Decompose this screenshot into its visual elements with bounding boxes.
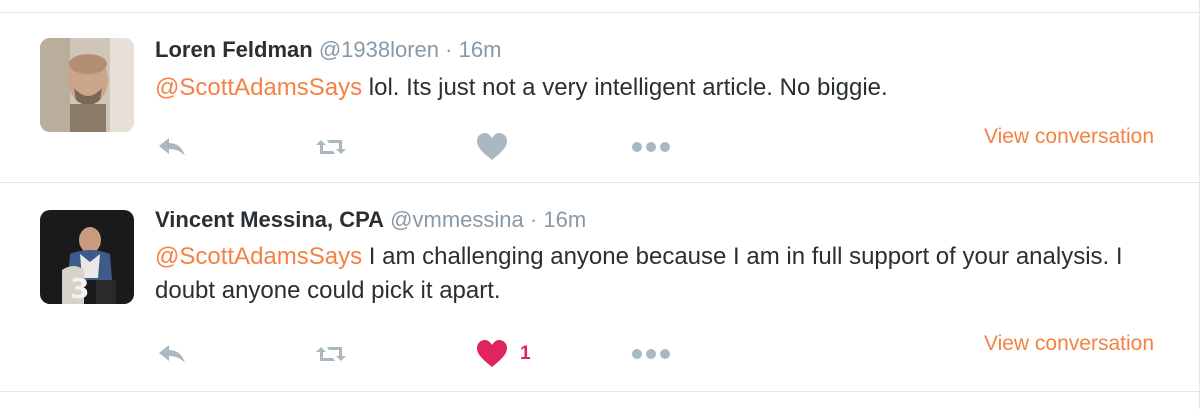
reply-button[interactable] xyxy=(157,340,189,368)
more-dots-icon xyxy=(632,349,670,359)
tweet-actions: View conversation xyxy=(0,125,1199,165)
username[interactable]: @1938loren xyxy=(319,37,439,62)
retweet-button[interactable] xyxy=(315,340,347,368)
more-dots-icon xyxy=(632,142,670,152)
retweet-icon xyxy=(316,347,346,361)
timeline: Loren Feldman @1938loren · 16m @ScottAda… xyxy=(0,0,1200,409)
svg-text:3: 3 xyxy=(70,272,89,304)
more-button[interactable] xyxy=(631,133,671,161)
tweet-text: @ScottAdamsSays I am challenging anyone … xyxy=(155,240,1165,308)
view-conversation-link[interactable]: View conversation xyxy=(984,125,1154,149)
reply-button[interactable] xyxy=(157,133,189,161)
tweet-header: Loren Feldman @1938loren · 16m xyxy=(155,37,501,63)
retweet-icon xyxy=(316,140,346,154)
username[interactable]: @vmmessina xyxy=(390,207,524,232)
tweet-body: lol. Its just not a very intelligent art… xyxy=(362,74,888,101)
previous-tweet-edge xyxy=(0,0,1199,13)
avatar[interactable] xyxy=(40,38,134,132)
timestamp[interactable]: 16m xyxy=(459,37,502,62)
like-button[interactable] xyxy=(476,133,520,161)
reply-icon xyxy=(159,345,185,363)
tweet[interactable]: Loren Feldman @1938loren · 16m @ScottAda… xyxy=(0,13,1199,183)
tweet-text: @ScottAdamsSays lol. Its just not a very… xyxy=(155,71,1165,105)
heart-icon xyxy=(477,133,507,160)
mention-link[interactable]: @ScottAdamsSays xyxy=(155,243,362,270)
tweet-actions: 1 View conversation xyxy=(0,332,1199,372)
fullname[interactable]: Loren Feldman xyxy=(155,37,313,62)
tweet-header: Vincent Messina, CPA @vmmessina · 16m xyxy=(155,207,586,233)
more-button[interactable] xyxy=(631,340,671,368)
like-button[interactable]: 1 xyxy=(476,340,531,368)
reply-icon xyxy=(159,138,185,156)
retweet-button[interactable] xyxy=(315,133,347,161)
tweet[interactable]: 3 Vincent Messina, CPA @vmmessina · 16m … xyxy=(0,183,1199,392)
timestamp[interactable]: 16m xyxy=(543,207,586,232)
heart-icon xyxy=(477,340,507,367)
like-count: 1 xyxy=(520,343,531,364)
mention-link[interactable]: @ScottAdamsSays xyxy=(155,74,362,101)
fullname[interactable]: Vincent Messina, CPA xyxy=(155,207,384,232)
avatar[interactable]: 3 xyxy=(40,210,134,304)
separator: · xyxy=(445,37,453,62)
separator: · xyxy=(529,207,538,232)
view-conversation-link[interactable]: View conversation xyxy=(984,332,1154,356)
next-tweet-edge xyxy=(0,392,1199,409)
